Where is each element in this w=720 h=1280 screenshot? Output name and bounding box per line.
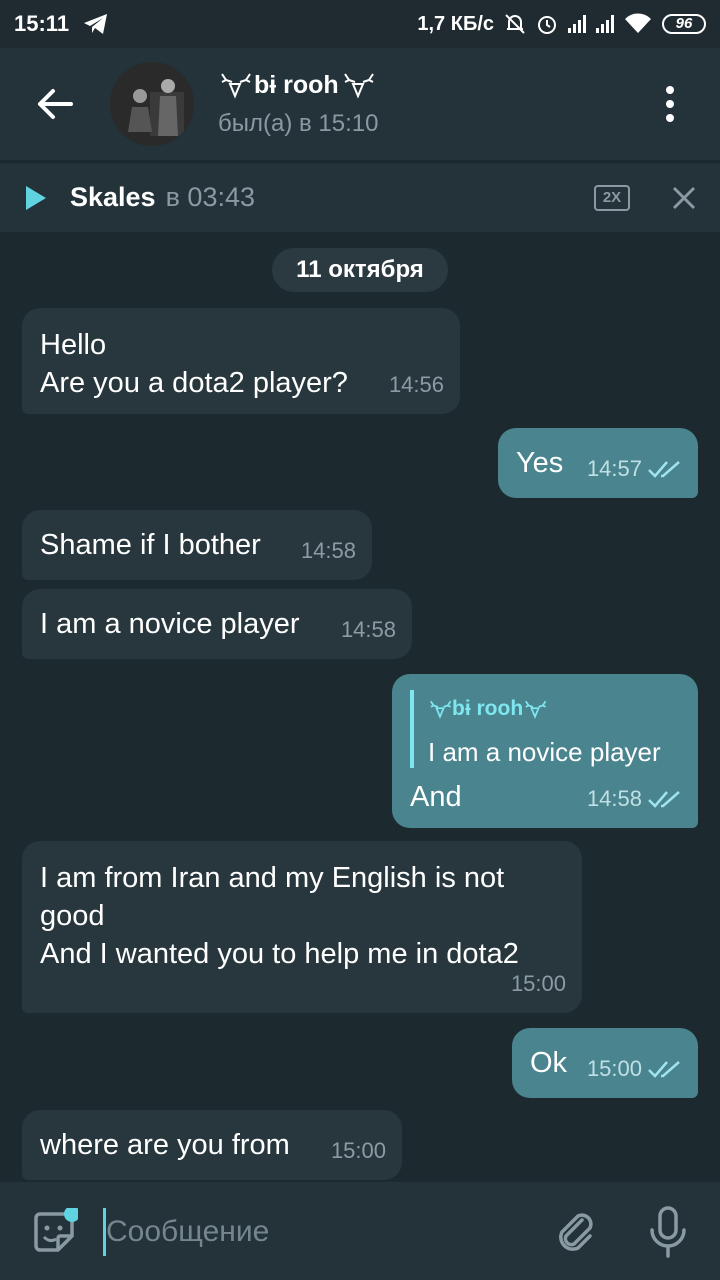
- message-time: 15:00: [586, 1056, 642, 1081]
- message-incoming[interactable]: Shame if I bother 14:58: [22, 510, 372, 580]
- arrow-back-icon: [38, 89, 73, 119]
- message-incoming[interactable]: where are you from 15:00: [22, 1110, 402, 1180]
- reply-author: bɨ rooh: [428, 690, 680, 728]
- message-time: 14:57: [586, 456, 642, 481]
- more-vert-icon: [666, 86, 674, 122]
- audio-player-bar[interactable]: Skales в 03:43 2X: [0, 162, 720, 232]
- message-input-bar: [0, 1182, 720, 1280]
- message-time: 14:58: [300, 538, 356, 563]
- back-button[interactable]: [0, 48, 110, 160]
- status-time: 15:11: [14, 11, 70, 36]
- antler-emoji-left: [221, 73, 251, 99]
- date-separator: 11 октября: [272, 248, 448, 292]
- chat-name-text: bɨ rooh: [254, 70, 339, 99]
- microphone-icon[interactable]: [646, 1204, 690, 1260]
- status-bar: 15:11 1,7 КБ/с 96: [0, 0, 720, 48]
- bell-off-icon: [505, 14, 525, 34]
- network-speed: 1,7 КБ/с: [417, 12, 494, 35]
- more-menu-button[interactable]: [620, 48, 720, 160]
- message-list[interactable]: 11 октября Hello Are you a dota2 player?…: [0, 232, 720, 1180]
- track-title: Skales: [70, 182, 156, 212]
- message-time: 15:00: [510, 971, 566, 996]
- message-time: 14:58: [586, 786, 642, 811]
- message-outgoing[interactable]: Ok 15:00: [512, 1028, 698, 1098]
- paperclip-icon[interactable]: [552, 1208, 600, 1256]
- telegram-icon: [84, 14, 108, 34]
- message-outgoing[interactable]: Yes 14:57: [498, 428, 698, 498]
- antler-emoji-left: [430, 700, 452, 720]
- message-incoming[interactable]: I am from Iran and my English is not goo…: [22, 841, 582, 1013]
- alarm-icon: [538, 16, 556, 34]
- playback-speed-button[interactable]: 2X: [594, 185, 630, 211]
- chat-name[interactable]: bɨ rooh: [218, 70, 378, 100]
- message-incoming[interactable]: Hello Are you a dota2 player? 14:56: [22, 308, 460, 414]
- avatar[interactable]: [110, 62, 194, 146]
- message-outgoing-reply[interactable]: bɨ rooh I am a novice player And 14:58: [392, 674, 698, 828]
- battery-indicator: 96: [662, 14, 706, 34]
- sticker-emoji-icon[interactable]: [30, 1208, 78, 1256]
- message-text: I am from Iran and my English is not goo…: [40, 862, 519, 970]
- reply-text: I am a novice player: [428, 737, 661, 767]
- reply-quote[interactable]: bɨ rooh I am a novice player: [410, 690, 680, 768]
- signal-icon: [568, 15, 586, 33]
- avatar-photo: [110, 62, 194, 146]
- message-input[interactable]: [106, 1210, 526, 1254]
- double-check-icon: [648, 1061, 680, 1078]
- message-text: Hello Are you a dota2 player?: [40, 329, 348, 399]
- double-check-icon: [648, 461, 680, 478]
- message-time: 15:00: [330, 1138, 386, 1163]
- wifi-icon: [625, 13, 651, 33]
- last-seen-status: был(а) в 15:10: [218, 110, 379, 137]
- play-icon[interactable]: [24, 184, 48, 212]
- double-check-icon: [648, 791, 680, 808]
- antler-emoji-right: [343, 73, 374, 99]
- reply-author-name: bɨ rooh: [452, 697, 524, 720]
- message-time: 14:58: [340, 617, 396, 642]
- chat-header: bɨ rooh был(а) в 15:10: [0, 48, 720, 160]
- message-time: 14:56: [388, 372, 444, 397]
- track-time: в 03:43: [165, 182, 255, 212]
- signal-icon-2: [596, 15, 614, 33]
- close-icon[interactable]: [666, 180, 702, 216]
- message-incoming[interactable]: I am a novice player 14:58: [22, 589, 412, 659]
- antler-emoji-right: [525, 700, 547, 720]
